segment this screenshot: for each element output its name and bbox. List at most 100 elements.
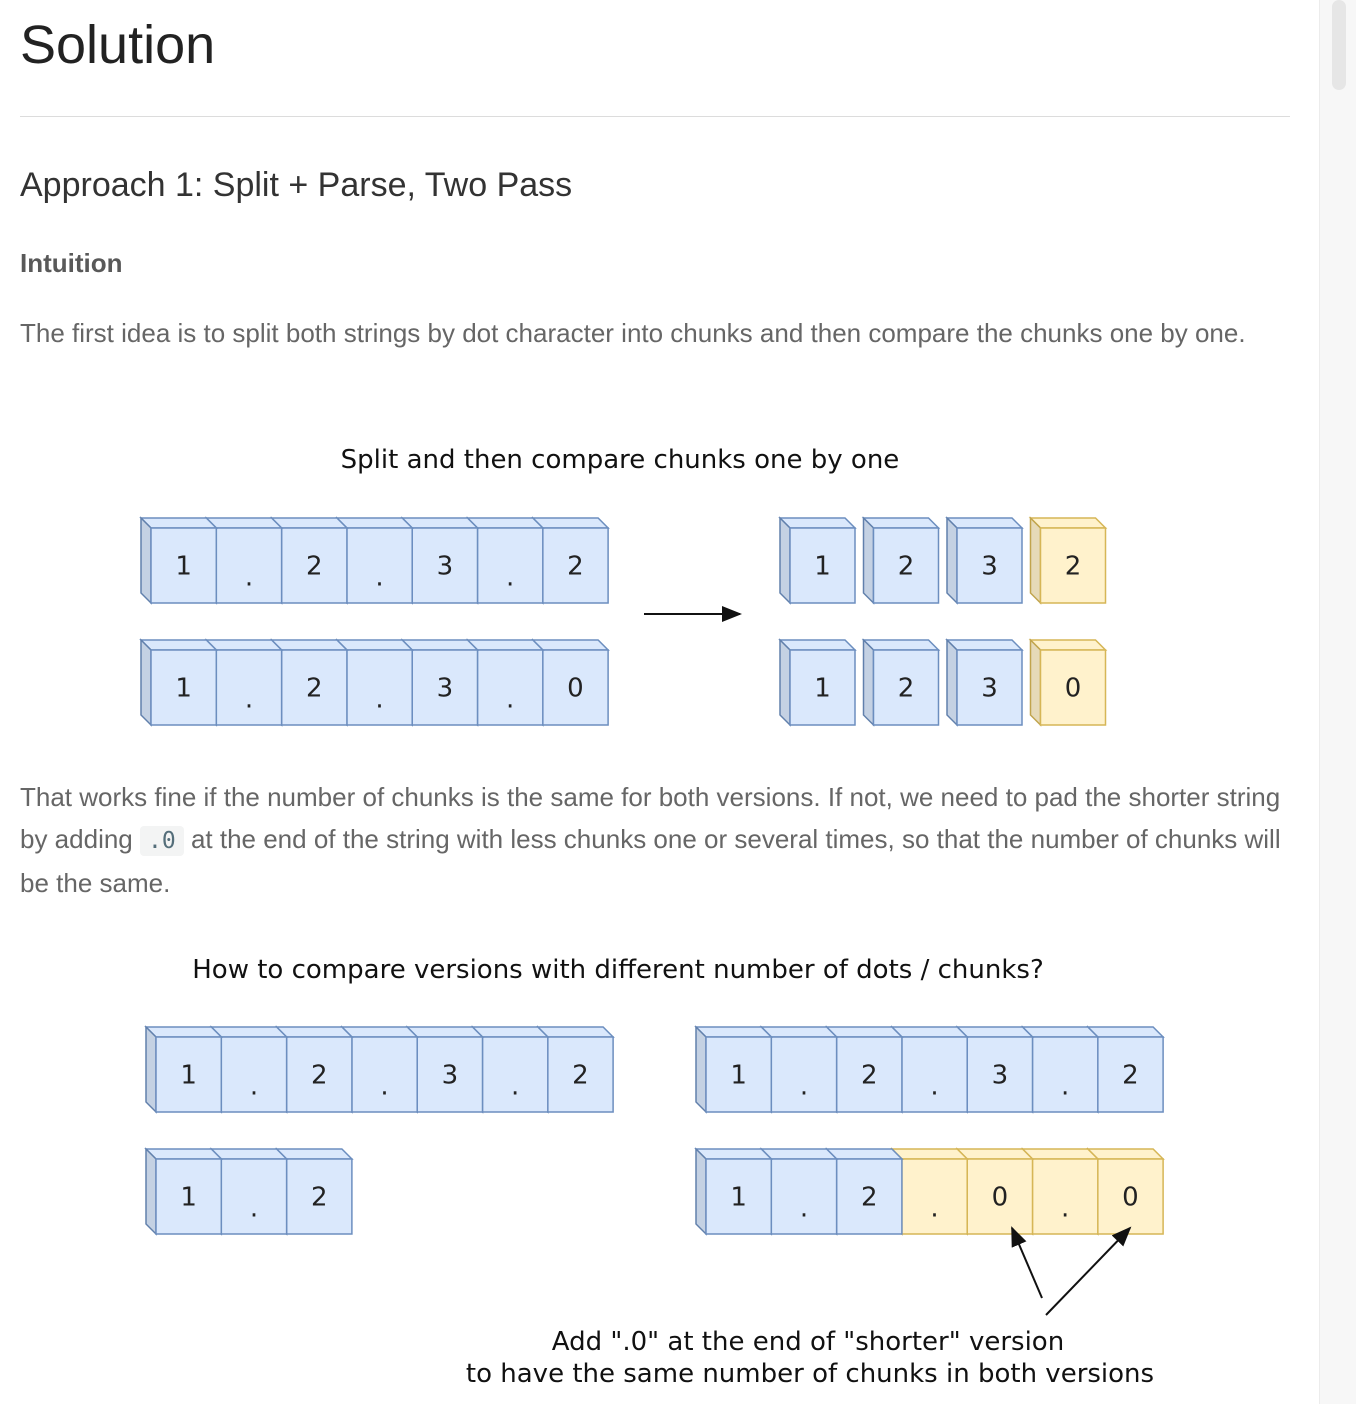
cell-label: 1 xyxy=(814,552,831,582)
scrollbar-thumb[interactable] xyxy=(1332,0,1346,90)
cube-top xyxy=(209,1026,289,1038)
left-row-2-cell: 3 xyxy=(400,638,480,727)
left-row-1-cell: . xyxy=(470,1025,550,1114)
cube-top xyxy=(759,1026,839,1038)
cell-label: 3 xyxy=(992,1061,1009,1091)
cube-side xyxy=(1029,638,1042,727)
right-row-2-cell: . xyxy=(759,1147,839,1236)
cell-label: 1 xyxy=(175,674,192,704)
right-row-2-cell: 0 xyxy=(1085,1147,1165,1236)
cell-label: . xyxy=(250,1072,258,1102)
cube-top xyxy=(400,517,480,529)
cube-top xyxy=(890,1148,970,1160)
cube-side xyxy=(779,638,791,727)
cube-top xyxy=(824,1026,904,1038)
right-row-1-cell: . xyxy=(890,1025,970,1114)
cell-label: 3 xyxy=(437,674,454,704)
right-row-2-cell: . xyxy=(1020,1147,1100,1236)
cell-label: 2 xyxy=(306,552,323,582)
cube-top xyxy=(470,1026,550,1038)
diagram-title: Split and then compare chunks one by one xyxy=(341,445,900,475)
right-row-1-cell: 2 xyxy=(824,1025,904,1114)
cube-top xyxy=(530,639,610,651)
cell-label: 2 xyxy=(861,1061,878,1091)
left-row-2-cell: 2 xyxy=(274,1147,354,1236)
left-row-2-cell: 1 xyxy=(139,638,219,727)
left-row-1-cell: . xyxy=(209,1025,289,1114)
paragraph-intro: The first idea is to split both strings … xyxy=(20,318,1246,348)
left-row-1-cell: 2 xyxy=(274,1025,354,1114)
left-row-1-cell: . xyxy=(340,1025,420,1114)
cell-label: 0 xyxy=(992,1183,1009,1213)
left-row-1-cell: . xyxy=(204,516,284,605)
left-row-1-cell: 1 xyxy=(139,516,219,605)
scrollbar[interactable] xyxy=(1319,0,1356,1404)
left-row-1-cell: 2 xyxy=(530,516,610,605)
right-row-2-cell: 3 xyxy=(945,638,1024,727)
cell-label: 1 xyxy=(180,1061,197,1091)
cube-top xyxy=(1020,1026,1100,1038)
left-row-2-cell: . xyxy=(335,638,415,727)
left-row-2-cell: 2 xyxy=(269,638,349,727)
cube-side xyxy=(145,1025,157,1114)
cube-top xyxy=(465,639,545,651)
inline-code: .0 xyxy=(140,826,184,856)
cube-top xyxy=(274,1026,354,1038)
padding-diagram: How to compare versions with different n… xyxy=(144,955,1165,1389)
cube-top xyxy=(824,1148,904,1160)
cell-label: 1 xyxy=(814,674,831,704)
cube-top xyxy=(1085,1148,1165,1160)
page-title: Solution xyxy=(20,15,216,75)
cell-label: . xyxy=(930,1072,938,1102)
right-row-1-cell: . xyxy=(759,1025,839,1114)
cell-label: . xyxy=(380,1072,388,1102)
cell-label: 3 xyxy=(437,552,454,582)
left-row-2-cell: 1 xyxy=(144,1147,224,1236)
cell-label: . xyxy=(245,685,253,715)
divider xyxy=(20,116,1290,117)
cell-label: 1 xyxy=(175,552,192,582)
right-row-1-cell: 3 xyxy=(955,1025,1035,1114)
cube-top xyxy=(204,517,284,529)
cube-top xyxy=(955,1026,1035,1038)
cell-label: . xyxy=(250,1194,258,1224)
cell-label: 2 xyxy=(306,674,323,704)
cube-side xyxy=(145,1147,157,1236)
cell-label: 2 xyxy=(898,552,915,582)
cube-side xyxy=(695,1147,707,1236)
paragraph-padding-text-2: at the end of the string with less chunk… xyxy=(20,824,1281,898)
cube-top xyxy=(1020,1148,1100,1160)
cell-label: 2 xyxy=(1065,552,1082,582)
cube-top xyxy=(861,639,941,651)
cell-label: 3 xyxy=(981,552,998,582)
cell-label: . xyxy=(511,1072,519,1102)
left-row-2-cell: . xyxy=(204,638,284,727)
annotation-line-2: to have the same number of chunks in bot… xyxy=(466,1359,1154,1389)
right-row-2-cell: 1 xyxy=(778,638,857,727)
approach-heading: Approach 1: Split + Parse, Two Pass xyxy=(20,166,573,204)
right-row-1-cell: 2 xyxy=(1085,1025,1165,1114)
cube-top xyxy=(778,517,857,529)
cell-label: 1 xyxy=(730,1061,747,1091)
cube-top xyxy=(465,517,545,529)
cell-label: 2 xyxy=(567,552,584,582)
annotation-arrow xyxy=(1011,1226,1043,1299)
cell-label: . xyxy=(375,685,383,715)
right-row-2-cell: 0 xyxy=(955,1147,1035,1236)
paragraph-padding: That works fine if the number of chunks … xyxy=(20,776,1290,904)
cube-top xyxy=(694,1026,774,1038)
cell-label: . xyxy=(930,1194,938,1224)
cell-label: 0 xyxy=(1122,1183,1139,1213)
cube-top xyxy=(139,639,219,651)
cell-label: . xyxy=(1061,1194,1069,1224)
right-row-1-cell: 3 xyxy=(945,516,1024,605)
cube-side xyxy=(140,638,152,727)
cell-label: 2 xyxy=(1122,1061,1139,1091)
diagram-title: How to compare versions with different n… xyxy=(192,955,1044,985)
cell-label: . xyxy=(1061,1072,1069,1102)
cell-label: 2 xyxy=(861,1183,878,1213)
cube-top xyxy=(778,639,857,651)
cell-label: 2 xyxy=(311,1183,328,1213)
cell-label: 1 xyxy=(180,1183,197,1213)
right-row-2-cell: 2 xyxy=(824,1147,904,1236)
